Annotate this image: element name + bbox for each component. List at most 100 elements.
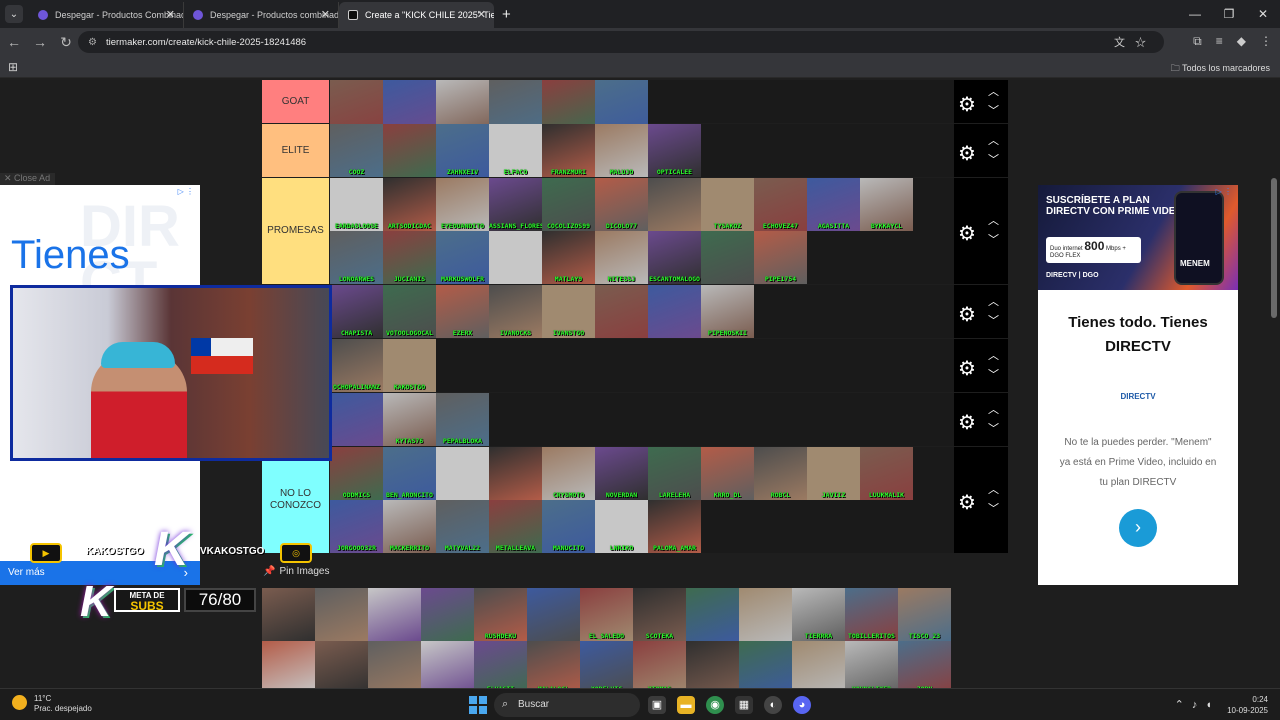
pin-image[interactable] <box>315 588 368 641</box>
pin-image[interactable]: XTOMAS <box>633 641 686 690</box>
tier-image[interactable]: COCOLIZOS99 <box>542 178 595 231</box>
tier-image[interactable] <box>595 285 648 338</box>
tier-image[interactable] <box>489 447 542 500</box>
weather-widget[interactable]: 11°C Prac. despejado <box>12 694 92 714</box>
tier-image[interactable]: MANUCITO <box>542 500 595 553</box>
chevron-down-icon[interactable]: ﹀ <box>988 500 999 516</box>
tier-image[interactable]: ASSIANS_FLORES <box>489 178 542 231</box>
pin-image[interactable] <box>739 588 792 641</box>
forward-icon[interactable]: → <box>28 34 52 50</box>
page-scrollbar[interactable] <box>1271 178 1277 318</box>
tier-image[interactable]: ZAHNXEIV <box>436 124 489 177</box>
tier-image[interactable]: PEPALBLOKA <box>436 393 489 446</box>
gear-icon[interactable]: ⚙ <box>958 141 976 166</box>
tier-image[interactable]: ARTSODICDAC <box>383 178 436 231</box>
pin-image[interactable] <box>368 588 421 641</box>
tier-image[interactable]: PALOMA_AMAR <box>648 500 701 553</box>
gear-icon[interactable]: ⚙ <box>958 410 976 435</box>
pin-image[interactable] <box>686 641 739 690</box>
pin-image[interactable]: SCOTEKA <box>633 588 686 641</box>
pin-image[interactable]: XODELVIC <box>580 641 633 690</box>
tier-image[interactable] <box>436 447 489 500</box>
pin-image[interactable]: ZORN <box>898 641 951 690</box>
tier-image[interactable]: METALLEAVA <box>489 500 542 553</box>
pin-image[interactable] <box>421 588 474 641</box>
tier-image[interactable]: KAKOSTGO <box>383 339 436 392</box>
tier-image[interactable]: BYKKAYCL <box>860 178 913 231</box>
chevron-up-icon[interactable]: ︿ <box>988 83 999 99</box>
tier-image[interactable]: EZERX <box>436 285 489 338</box>
tier-items[interactable]: ELBARRACLREKSITMANQUEZEZ <box>330 80 954 133</box>
tier-label[interactable]: PROMESAS <box>262 178 329 284</box>
site-info-icon[interactable]: ⚙ <box>88 37 97 48</box>
pin-image[interactable]: YOUNGLIKER <box>845 641 898 690</box>
tier-image[interactable]: ECHOVEZ47 <box>754 178 807 231</box>
tier-label[interactable]: GOAT <box>262 80 329 123</box>
pin-image[interactable] <box>262 641 315 690</box>
tier-image[interactable]: PIPENOSKII <box>701 285 754 338</box>
chevron-up-icon[interactable]: ︿ <box>988 132 999 148</box>
tier-image[interactable]: JUCIANIS <box>383 231 436 284</box>
tier-label[interactable]: NO LO CONOZCO <box>262 447 329 553</box>
tier-image[interactable] <box>383 124 436 177</box>
pin-image[interactable] <box>421 641 474 690</box>
media-icon[interactable]: ≡ <box>1216 34 1223 49</box>
tier-image[interactable]: JAVIIZ <box>807 447 860 500</box>
close-window-icon[interactable]: ✕ <box>1246 0 1280 28</box>
tab-despegar-1[interactable]: Despegar - Productos Combinados ✕ <box>29 2 184 28</box>
tier-items[interactable]: KYTAS76 PEPALBLOKA <box>330 393 954 446</box>
tier-image[interactable]: MALUJO <box>595 124 648 177</box>
tier-image[interactable]: PIPE1754 <box>754 231 807 284</box>
tier-items[interactable]: CHAPISTA VOTOOLOGOCAL EZERX IVANOCKS IVANSTG… <box>330 285 954 338</box>
back-icon[interactable]: ← <box>2 34 26 50</box>
task-view-icon[interactable]: ▣ <box>648 696 666 714</box>
chevron-down-icon[interactable]: ﹀ <box>988 420 999 436</box>
gear-icon[interactable]: ⚙ <box>958 302 976 327</box>
chevron-up-icon[interactable]: ︿ <box>988 347 999 363</box>
tier-image[interactable] <box>648 178 701 231</box>
translate-bookmark-icons[interactable]: 文☆ <box>1114 34 1156 50</box>
app-icon[interactable]: ◐ <box>764 696 782 714</box>
minimize-icon[interactable]: — <box>1178 0 1212 28</box>
directv-banner[interactable]: SUSCRÍBETE A PLAN DIRECTV CON PRIME VIDE… <box>1038 185 1238 290</box>
tier-image[interactable]: OPTICALEE <box>648 124 701 177</box>
tier-image[interactable]: MARKUSWOLFR <box>436 231 489 284</box>
profile-icon[interactable]: ◆ <box>1237 34 1246 49</box>
gear-icon[interactable]: ⚙ <box>958 490 976 515</box>
discord-icon[interactable]: ◕ <box>793 696 811 714</box>
right-advertisement[interactable]: SUSCRÍBETE A PLAN DIRECTV CON PRIME VIDE… <box>1038 185 1238 585</box>
pin-image[interactable] <box>262 588 315 641</box>
apps-grid-icon[interactable]: ⊞ <box>8 60 18 74</box>
tier-image[interactable]: IVANSTGO <box>542 285 595 338</box>
pin-image[interactable] <box>686 588 739 641</box>
reload-icon[interactable]: ↻ <box>54 34 78 51</box>
chevron-down-icon[interactable]: ﹀ <box>988 151 999 167</box>
taskbar-clock[interactable]: 0:24 10-09-2025 <box>1227 694 1268 716</box>
tier-image[interactable]: ODDMICS <box>330 447 383 500</box>
tier-image[interactable]: DICOLO77 <box>595 178 648 231</box>
tab-search-button[interactable]: ⌄ <box>5 5 23 23</box>
restore-icon[interactable]: ❐ <box>1212 0 1246 28</box>
pin-image[interactable] <box>315 641 368 690</box>
pin-image[interactable] <box>739 641 792 690</box>
tier-items[interactable]: ODDMICS BEN_ARONCITO CRYSMOTO NOVERDAN LAREL… <box>330 447 954 553</box>
tier-items[interactable]: COOZ ZAHNXEIV ELFACO FRANZMURI MALUJO OPTICAL… <box>330 124 954 177</box>
pin-image[interactable]: TOBILLERITOS <box>845 588 898 641</box>
tier-items[interactable]: EARDASLOOSE ARTSODICDAC EYEOUANDITO ASSIANS… <box>330 178 954 284</box>
pin-image[interactable]: EL_SALEDO <box>580 588 633 641</box>
tier-image[interactable]: MATLAY9 <box>542 231 595 284</box>
tier-image[interactable]: MACKERRITO <box>383 500 436 553</box>
pin-image[interactable]: MALALOCL <box>527 641 580 690</box>
tier-image[interactable]: MATYVAL22 <box>436 500 489 553</box>
tier-image[interactable]: NITESSJ <box>595 231 648 284</box>
new-tab-icon[interactable]: + <box>502 6 511 23</box>
chevron-down-icon[interactable]: ﹀ <box>988 366 999 382</box>
chrome-icon[interactable]: ◉ <box>706 696 724 714</box>
all-bookmarks-button[interactable]: 🗀 Todos los marcadores <box>1171 61 1270 77</box>
tier-image[interactable]: EARDASLOOSE <box>330 178 383 231</box>
tier-image[interactable]: TYSAKOZ <box>701 178 754 231</box>
tier-image[interactable]: IVANOCKS <box>489 285 542 338</box>
chevron-up-icon[interactable]: ︿ <box>988 481 999 497</box>
tier-image[interactable]: EYEOUANDITO <box>436 178 489 231</box>
chevron-up-icon[interactable]: ︿ <box>988 293 999 309</box>
